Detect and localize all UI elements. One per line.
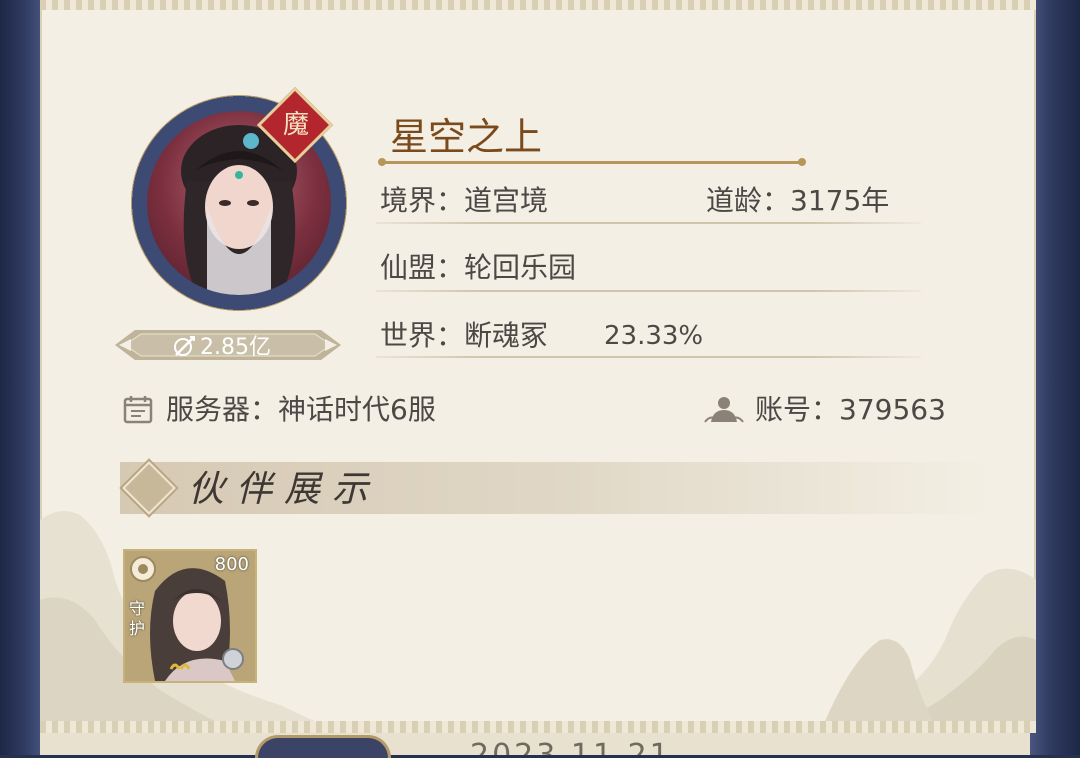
row-divider bbox=[376, 222, 921, 224]
account-text: 账号：379563 bbox=[755, 393, 946, 426]
row-divider bbox=[376, 356, 921, 358]
demon-badge-label: 魔 bbox=[282, 110, 309, 140]
player-name: 星空之上 bbox=[390, 115, 543, 159]
partner-level: 800 bbox=[214, 554, 249, 575]
panel-bottom-border bbox=[40, 721, 1036, 733]
partner-role: 守护 bbox=[129, 599, 146, 638]
power-value: 2.85亿 bbox=[200, 335, 271, 360]
server-text: 服务器：神话时代6服 bbox=[166, 393, 436, 426]
world-progress: 23.33% bbox=[604, 321, 704, 351]
name-underline bbox=[378, 158, 806, 166]
realm-text: 境界：道宫境 bbox=[380, 184, 549, 217]
power-icon bbox=[174, 336, 195, 356]
row-divider bbox=[376, 290, 921, 292]
alliance-text: 仙盟：轮回乐园 bbox=[380, 251, 577, 284]
age-text: 道龄：3175年 bbox=[706, 184, 890, 217]
calendar-icon bbox=[123, 396, 153, 424]
panel-top-border bbox=[40, 0, 1036, 10]
left-backdrop bbox=[0, 0, 40, 755]
partner-card[interactable]: 800 守护 bbox=[123, 549, 257, 683]
section-title: 伙伴展示 bbox=[188, 469, 381, 510]
world-text: 世界：断魂冢 bbox=[380, 319, 549, 352]
right-backdrop bbox=[1030, 0, 1080, 755]
footer-timestamp: 2023.11.21 09:51:59 bbox=[470, 733, 830, 755]
person-icon bbox=[704, 397, 744, 423]
